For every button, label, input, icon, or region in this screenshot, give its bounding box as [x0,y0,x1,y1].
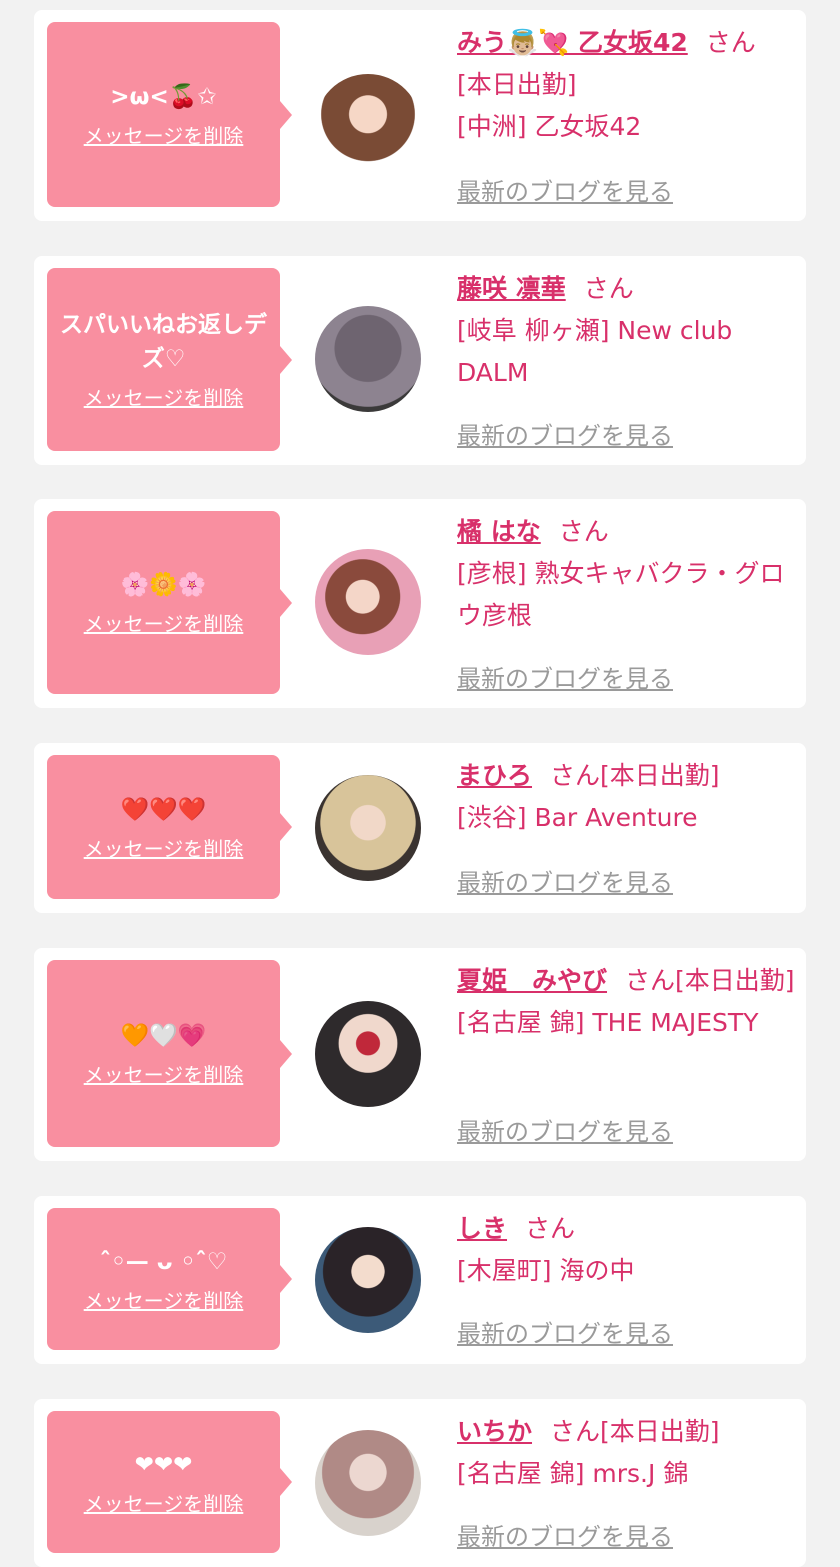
message-card: スパいいねお返しデズ♡ メッセージを削除 藤咲 凛華 さん [岐阜 柳ヶ瀬] Ne… [34,256,806,465]
latest-blog-link[interactable]: 最新のブログを見る [457,1517,673,1552]
message-text: 🧡🤍💗 [120,1023,207,1049]
avatar[interactable] [315,74,421,180]
cast-name-link[interactable]: いちか [457,1417,532,1446]
avatar[interactable] [315,306,421,412]
cast-info: しき さん [木屋町] 海の中 [457,1208,796,1292]
status-line: [本日出勤] [457,70,577,99]
cast-name-link[interactable]: 夏姫 みやび [457,966,607,995]
latest-blog-link[interactable]: 最新のブログを見る [457,659,673,694]
message-bubble: スパいいねお返しデズ♡ メッセージを削除 [47,268,292,451]
cast-name-link[interactable]: みう👼🏼💘 乙女坂42 [457,28,688,57]
avatar[interactable] [315,1001,421,1107]
latest-blog-link[interactable]: 最新のブログを見る [457,172,673,207]
shop-line: [彦根] 熟女キャバクラ・グロウ彦根 [457,559,785,630]
shop-line: [岐阜 柳ヶ瀬] New club DALM [457,316,733,387]
shop-line: [渋谷] Bar Aventure [457,803,698,832]
message-card: ˆ◦— ᴗ ◦ˆ♡ メッセージを削除 しき さん [木屋町] 海の中 最新のブログ… [34,1196,806,1364]
avatar[interactable] [315,775,421,881]
honorific: さん [625,966,676,995]
avatar[interactable] [315,549,421,655]
cast-info: みう👼🏼💘 乙女坂42 さん [本日出勤] [中洲] 乙女坂42 [457,22,796,148]
message-card: 🌸🌼🌸 メッセージを削除 橘 はな さん [彦根] 熟女キャバクラ・グロウ彦根 最… [34,499,806,708]
message-text: >ω<🍒✩ [110,84,217,110]
message-bubble: ❤︎❤︎❤︎ メッセージを削除 [47,1411,292,1553]
message-card: ❤︎❤︎❤︎ メッセージを削除 いちか さん[本日出勤] [名古屋 錦] mrs.… [34,1399,806,1567]
delete-message-link[interactable]: メッセージを削除 [84,120,244,149]
delete-message-link[interactable]: メッセージを削除 [84,1285,244,1314]
shop-line: [木屋町] 海の中 [457,1256,635,1285]
cast-info: まひろ さん[本日出勤] [渋谷] Bar Aventure [457,755,796,839]
message-card: >ω<🍒✩ メッセージを削除 みう👼🏼💘 乙女坂42 さん [本日出勤] [中洲]… [34,10,806,221]
honorific: さん [583,274,634,303]
honorific: さん [550,761,601,790]
honorific: さん [550,1417,601,1446]
shop-line: [名古屋 錦] THE MAJESTY [457,1008,759,1037]
cast-info: 藤咲 凛華 さん [岐阜 柳ヶ瀬] New club DALM [457,268,796,394]
delete-message-link[interactable]: メッセージを削除 [84,833,244,862]
avatar[interactable] [315,1430,421,1536]
message-bubble: ❤️❤️❤️ メッセージを削除 [47,755,292,899]
cast-info: いちか さん[本日出勤] [名古屋 錦] mrs.J 錦 [457,1411,796,1495]
latest-blog-link[interactable]: 最新のブログを見る [457,1314,673,1349]
delete-message-link[interactable]: メッセージを削除 [84,382,244,411]
message-bubble: 🌸🌼🌸 メッセージを削除 [47,511,292,694]
message-bubble: 🧡🤍💗 メッセージを削除 [47,960,292,1147]
cast-name-link[interactable]: 橘 はな [457,517,541,546]
cast-name-link[interactable]: しき [457,1214,507,1243]
delete-message-link[interactable]: メッセージを削除 [84,1488,244,1517]
status-suffix: [本日出勤] [675,966,795,995]
avatar[interactable] [315,1227,421,1333]
latest-blog-link[interactable]: 最新のブログを見る [457,863,673,898]
delete-message-link[interactable]: メッセージを削除 [84,1059,244,1088]
latest-blog-link[interactable]: 最新のブログを見る [457,416,673,451]
latest-blog-link[interactable]: 最新のブログを見る [457,1112,673,1147]
status-suffix: [本日出勤] [600,761,720,790]
message-card: ❤️❤️❤️ メッセージを削除 まひろ さん[本日出勤] [渋谷] Bar Ave… [34,743,806,913]
shop-line: [名古屋 錦] mrs.J 錦 [457,1459,689,1488]
message-card: 🧡🤍💗 メッセージを削除 夏姫 みやび さん[本日出勤] [名古屋 錦] THE … [34,948,806,1161]
cast-info: 橘 はな さん [彦根] 熟女キャバクラ・グロウ彦根 [457,511,796,637]
cast-name-link[interactable]: まひろ [457,761,532,790]
message-text: 🌸🌼🌸 [120,572,207,598]
honorific: さん [705,28,756,57]
message-bubble: >ω<🍒✩ メッセージを削除 [47,22,292,207]
cast-info: 夏姫 みやび さん[本日出勤] [名古屋 錦] THE MAJESTY [457,960,796,1044]
message-text: ❤︎❤︎❤︎ [134,1451,193,1478]
cast-name-link[interactable]: 藤咲 凛華 [457,274,566,303]
message-text: ˆ◦— ᴗ ◦ˆ♡ [99,1248,228,1275]
honorific: さん [525,1214,576,1243]
delete-message-link[interactable]: メッセージを削除 [84,608,244,637]
status-suffix: [本日出勤] [600,1417,720,1446]
message-text: スパいいねお返しデズ♡ [60,312,267,372]
honorific: さん [558,517,609,546]
message-bubble: ˆ◦— ᴗ ◦ˆ♡ メッセージを削除 [47,1208,292,1350]
shop-line: [中洲] 乙女坂42 [457,112,642,141]
message-text: ❤️❤️❤️ [120,796,207,823]
